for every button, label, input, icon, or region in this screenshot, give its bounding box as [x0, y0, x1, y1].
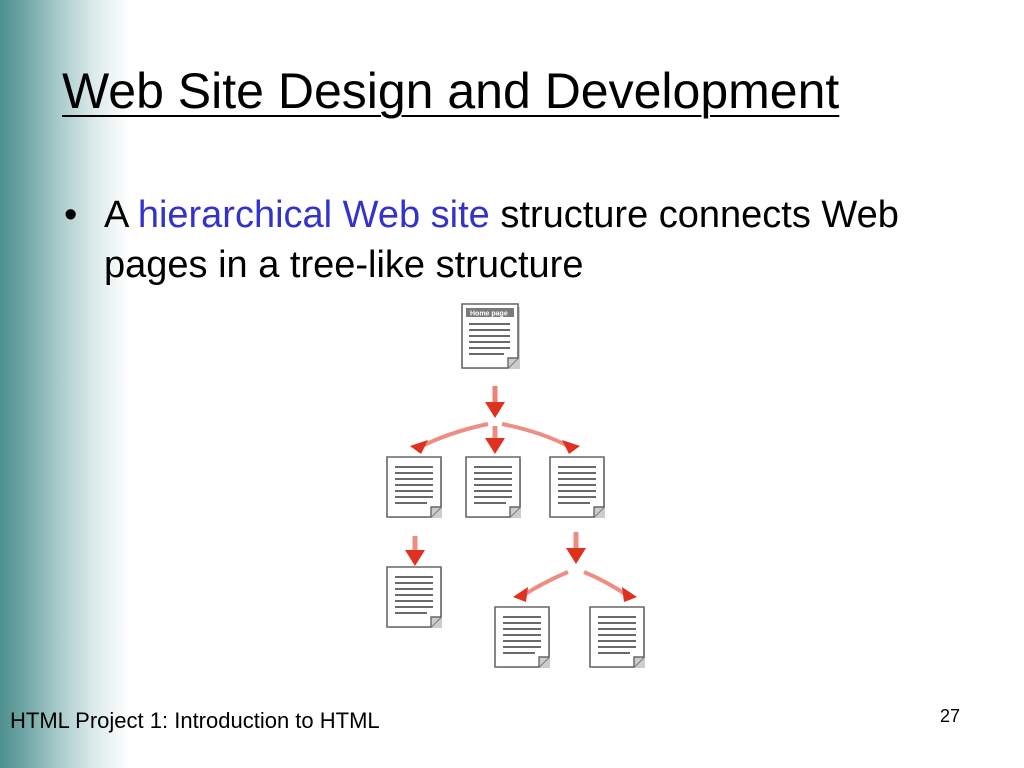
slide: Web Site Design and Development • A hier…: [0, 0, 1024, 768]
document-page-icon: [589, 606, 646, 669]
document-page-icon: [465, 456, 522, 519]
page-number: 27: [940, 706, 961, 726]
document-page-icon: [549, 456, 606, 519]
red-arrow-icon: [566, 532, 586, 564]
home-page-icon: Home page: [461, 303, 520, 369]
footer-text: HTML Project 1: Introduction to HTML: [10, 708, 380, 733]
hierarchy-diagram: Home page: [386, 303, 646, 669]
red-arrow-icon: [405, 536, 425, 566]
document-page-icon: [386, 566, 443, 629]
document-page-icon: [494, 606, 551, 669]
bullet-list: • A hierarchical Web site structure conn…: [60, 190, 980, 290]
slide-title: Web Site Design and Development: [62, 63, 840, 119]
bullet-highlight-term: hierarchical Web site: [137, 194, 490, 236]
home-page-label: Home page: [470, 311, 508, 318]
bullet-text-before: A: [104, 194, 138, 236]
red-arrow-icon: [485, 386, 505, 418]
bullet-item: • A hierarchical Web site structure conn…: [60, 190, 980, 290]
branch-arrows: [410, 422, 580, 454]
bullet-marker: •: [64, 194, 78, 236]
document-page-icon: [386, 456, 443, 519]
branch-arrows: [513, 570, 637, 602]
